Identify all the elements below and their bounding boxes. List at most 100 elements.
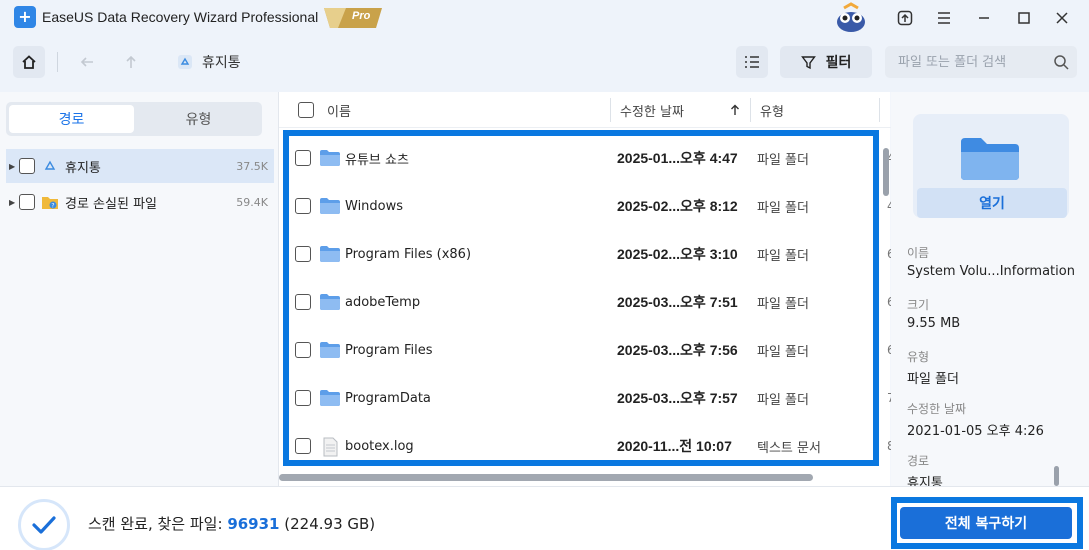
row-name: Program Files (x86) — [345, 246, 472, 262]
row-type: 파일 폴더 — [757, 200, 809, 216]
row-type: 파일 폴더 — [757, 296, 809, 312]
column-divider[interactable] — [879, 98, 880, 122]
svg-text:?: ? — [51, 203, 54, 210]
text-file-icon — [319, 437, 341, 457]
row-name: Windows — [345, 198, 404, 214]
tab-path[interactable]: 경로 — [9, 105, 134, 133]
lost-path-folder-icon: ? — [41, 194, 59, 210]
home-button[interactable] — [13, 46, 45, 78]
row-checkbox[interactable] — [295, 294, 311, 310]
tab-type[interactable]: 유형 — [136, 105, 261, 133]
column-date[interactable]: 수정한 날짜 — [620, 92, 684, 128]
mascot-icon[interactable] — [832, 2, 870, 34]
row-type: 파일 폴더 — [757, 392, 809, 408]
back-button[interactable] — [71, 46, 103, 78]
row-checkbox[interactable] — [295, 246, 311, 262]
filter-icon — [800, 55, 816, 69]
tree-item-recycle-bin[interactable]: ▶ 휴지통 37.5K — [6, 149, 274, 183]
column-divider[interactable] — [610, 98, 611, 122]
found-count: 96931 — [227, 515, 280, 533]
tree-item-lost-path[interactable]: ▶ ? 경로 손실된 파일 59.4K — [6, 185, 274, 219]
details-scrollbar[interactable] — [1054, 466, 1059, 486]
row-date: 2025-02...오후 8:12 — [617, 198, 738, 214]
table-row[interactable]: adobeTemp2025-03...오후 7:51파일 폴더6 — [289, 278, 895, 326]
menu-icon[interactable] — [930, 4, 958, 32]
row-type: 파일 폴더 — [757, 344, 809, 360]
expand-arrow-icon[interactable]: ▶ — [9, 162, 19, 171]
table-row[interactable]: ProgramData2025-03...오후 7:57파일 폴더7 — [289, 374, 895, 422]
row-name: Program Files — [345, 342, 433, 358]
row-checkbox[interactable] — [295, 438, 311, 454]
row-checkbox[interactable] — [295, 342, 311, 358]
app-title: EaseUS Data Recovery Wizard Professional — [42, 9, 319, 25]
row-date: 2025-03...오후 7:51 — [617, 294, 738, 310]
status-bar: 스캔 완료, 찾은 파일: 96931 (224.93 GB) 전체 복구하기 — [0, 486, 1089, 550]
home-icon — [22, 55, 36, 69]
row-type: 파일 폴더 — [757, 248, 809, 264]
recover-all-button[interactable]: 전체 복구하기 — [900, 507, 1072, 539]
table-row[interactable]: Program Files (x86) 2025-02...오후 3:10 파일 폴… — [289, 230, 895, 278]
filter-button[interactable]: 필터 — [780, 46, 872, 78]
sort-ascending-icon[interactable] — [730, 92, 740, 128]
file-list: 이름 수정한 날짜 유형 유튜브 쇼츠 2025-01...오후 4:47 파일 폴… — [278, 92, 895, 486]
row-checkbox[interactable] — [295, 390, 311, 406]
title-bar: + EaseUS Data Recovery Wizard Profession… — [0, 0, 1089, 36]
detail-value: 파일 폴더 — [907, 372, 959, 387]
search-icon[interactable] — [1053, 54, 1069, 70]
row-name: bootex.log — [345, 438, 414, 454]
search-box[interactable] — [885, 46, 1077, 78]
toolbar-divider — [57, 52, 58, 72]
column-divider[interactable] — [750, 98, 751, 122]
tree-checkbox[interactable] — [19, 158, 35, 174]
minimize-icon[interactable] — [970, 4, 998, 32]
row-date: 2020-11...전 10:07 — [617, 438, 732, 454]
sidebar: 경로 유형 ▶ 휴지통 37.5K ▶ ? 경로 손실된 파일 59.4K — [0, 92, 278, 486]
select-all-checkbox[interactable] — [298, 102, 314, 118]
detail-value: 2021-01-05 오후 4:26 — [907, 424, 1044, 439]
expand-arrow-icon[interactable]: ▶ — [9, 198, 19, 207]
recycle-bin-icon — [41, 158, 59, 174]
tree-item-label: 휴지통 — [65, 160, 101, 176]
scan-status: 스캔 완료, 찾은 파일: 96931 (224.93 GB) — [88, 513, 375, 534]
folder-icon — [319, 389, 341, 407]
horizontal-scrollbar[interactable] — [279, 474, 813, 481]
row-type: 텍스트 문서 — [757, 440, 821, 456]
detail-value: 9.55 MB — [907, 316, 961, 331]
list-view-icon — [745, 56, 759, 68]
maximize-icon[interactable] — [1010, 4, 1038, 32]
folder-icon — [319, 341, 341, 359]
tree-item-count: 59.4K — [236, 195, 268, 209]
row-date: 2025-02...오후 3:10 — [617, 246, 738, 262]
column-name[interactable]: 이름 — [327, 92, 351, 128]
open-button[interactable]: 열기 — [917, 188, 1067, 218]
folder-icon — [319, 293, 341, 311]
row-checkbox[interactable] — [295, 198, 311, 214]
filter-label: 필터 — [825, 55, 852, 71]
tree-checkbox[interactable] — [19, 194, 35, 210]
detail-label: 수정한 날짜 — [907, 402, 967, 416]
row-date: 2025-01...오후 4:47 — [617, 150, 738, 166]
view-mode-button[interactable] — [736, 46, 768, 78]
row-name: adobeTemp — [345, 294, 421, 310]
upgrade-icon[interactable] — [891, 4, 919, 32]
search-input[interactable] — [898, 54, 1048, 70]
tree-item-count: 37.5K — [236, 159, 268, 173]
row-checkbox[interactable] — [295, 150, 311, 166]
column-type[interactable]: 유형 — [760, 92, 784, 128]
table-row[interactable]: 유튜브 쇼츠2025-01...오후 4:47파일 폴더4 — [289, 134, 895, 182]
breadcrumb-label: 휴지통 — [202, 55, 241, 71]
table-row[interactable]: Windows2025-02...오후 8:12파일 폴더4 — [289, 182, 895, 230]
pro-badge-text: Pro — [352, 10, 371, 22]
toolbar: 휴지통 필터 — [0, 36, 1089, 92]
row-date: 2025-03...오후 7:57 — [617, 390, 738, 406]
breadcrumb[interactable]: 휴지통 — [176, 52, 241, 72]
table-row[interactable]: bootex.log2020-11...전 10:07텍스트 문서8 — [289, 422, 895, 470]
detail-label: 이름 — [907, 246, 930, 260]
vertical-scrollbar[interactable] — [883, 148, 889, 196]
table-row[interactable]: Program Files2025-03...오후 7:56파일 폴더6 — [289, 326, 895, 374]
arrow-left-icon — [80, 57, 93, 67]
folder-icon — [319, 245, 341, 263]
up-button[interactable] — [115, 46, 147, 78]
close-icon[interactable] — [1048, 4, 1076, 32]
detail-value: System Volu...Information — [907, 264, 1075, 279]
